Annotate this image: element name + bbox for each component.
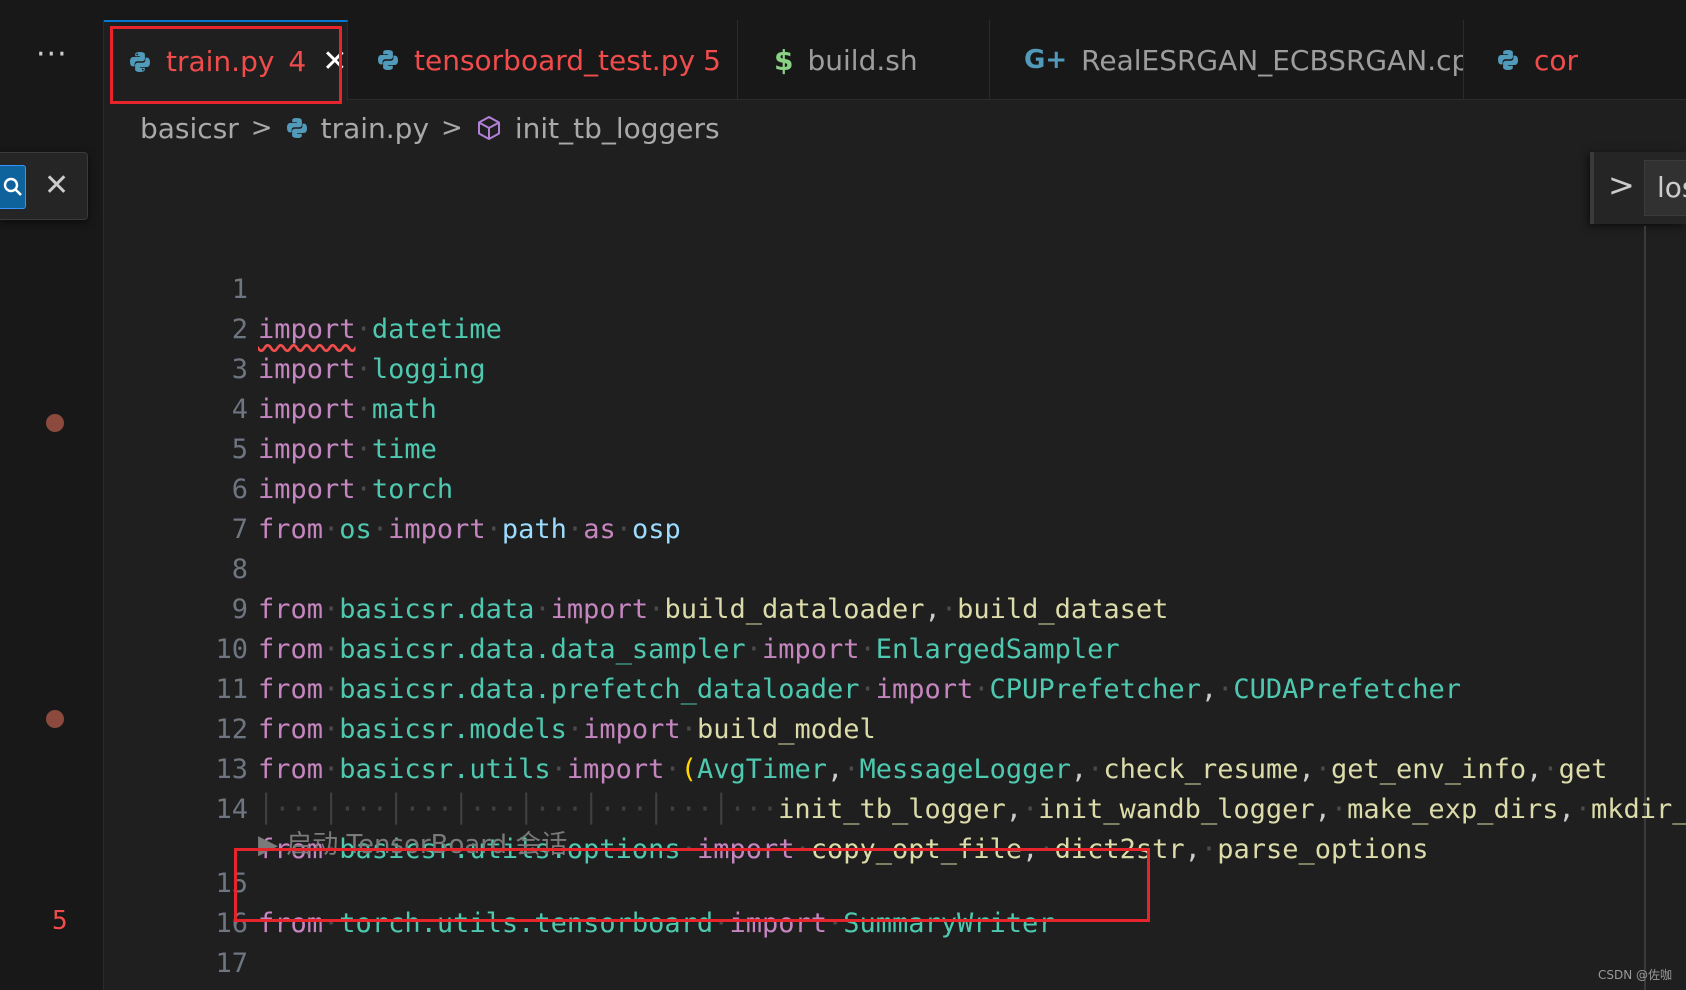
- title-strip: [0, 0, 1686, 20]
- code-line: 10 from·basicsr.data.prefetch_dataloader…: [104, 590, 1686, 705]
- breakpoint-icon[interactable]: [46, 414, 64, 432]
- code-line: 5 import·torch: [104, 390, 1686, 505]
- gutter-problem-count: 5: [52, 906, 68, 936]
- code-line: 8 from·basicsr.data·import·build_dataloa…: [104, 510, 1686, 625]
- breadcrumb-item-train-py[interactable]: train.py: [321, 112, 429, 145]
- problem-count-badge: 5: [703, 43, 721, 77]
- search-icon[interactable]: [0, 165, 26, 209]
- tab-label: cor: [1534, 43, 1579, 77]
- breakpoint-icon[interactable]: [46, 710, 64, 728]
- code-line: 12 from·basicsr.utils·import·(AvgTimer,·…: [104, 670, 1686, 785]
- code-line: 7: [104, 470, 1686, 545]
- shell-dollar-icon: $: [774, 43, 794, 77]
- code-line: 9 from·basicsr.data.data_sampler·import·…: [104, 550, 1686, 665]
- breadcrumb-item-basicsr[interactable]: basicsr: [140, 112, 239, 145]
- python-icon: [376, 48, 400, 72]
- cpp-icon: G+: [1024, 45, 1068, 75]
- tab-label: tensorboard_test.py: [414, 43, 696, 77]
- close-icon[interactable]: ✕: [44, 169, 69, 203]
- code-line: 13 │···│···│···│···│···│···│···│···init_…: [104, 710, 1686, 825]
- code-line: 2 import·logging: [104, 270, 1686, 385]
- code-line: 14 from·basicsr.utils.options·import·cop…: [104, 750, 1686, 865]
- highlight-box-code: [234, 848, 1150, 922]
- tab-label: build.sh: [807, 43, 918, 77]
- more-actions-icon[interactable]: ···: [36, 40, 68, 70]
- line-number: 17: [215, 948, 248, 979]
- breadcrumb: basicsr > train.py > init_tb_loggers: [140, 104, 720, 152]
- watermark: CSDN @佐咖: [1598, 968, 1673, 982]
- chevron-right-icon: >: [441, 113, 463, 143]
- tab-label: RealESRGAN_ECBSRGAN.cpp: [1081, 43, 1464, 77]
- python-icon: [285, 116, 309, 140]
- chevron-right-icon: >: [250, 113, 273, 143]
- tab-realesrgan-cpp[interactable]: G+ RealESRGAN_ECBSRGAN.cpp: [990, 20, 1464, 100]
- highlight-box-tab: [110, 26, 342, 104]
- code-line: 1 import·datetime: [104, 230, 1686, 345]
- python-icon: [1496, 48, 1520, 72]
- tab-tensorboard-test-py[interactable]: tensorboard_test.py 5: [348, 20, 738, 100]
- code-line: 3 import·math: [104, 310, 1686, 425]
- tab-cor[interactable]: cor: [1464, 20, 1686, 100]
- method-cube-icon: [475, 114, 503, 142]
- breadcrumb-item-init-tb-loggers[interactable]: init_tb_loggers: [515, 112, 720, 145]
- left-gutter-strip: [0, 0, 104, 990]
- tab-build-sh[interactable]: $ build.sh: [738, 20, 990, 100]
- code-line: 4 import·time: [104, 350, 1686, 465]
- code-line: 6 from·os·import·path·as·osp: [104, 430, 1686, 545]
- find-widget: ✕: [0, 152, 88, 220]
- code-line: 11 from·basicsr.models·import·build_mode…: [104, 630, 1686, 745]
